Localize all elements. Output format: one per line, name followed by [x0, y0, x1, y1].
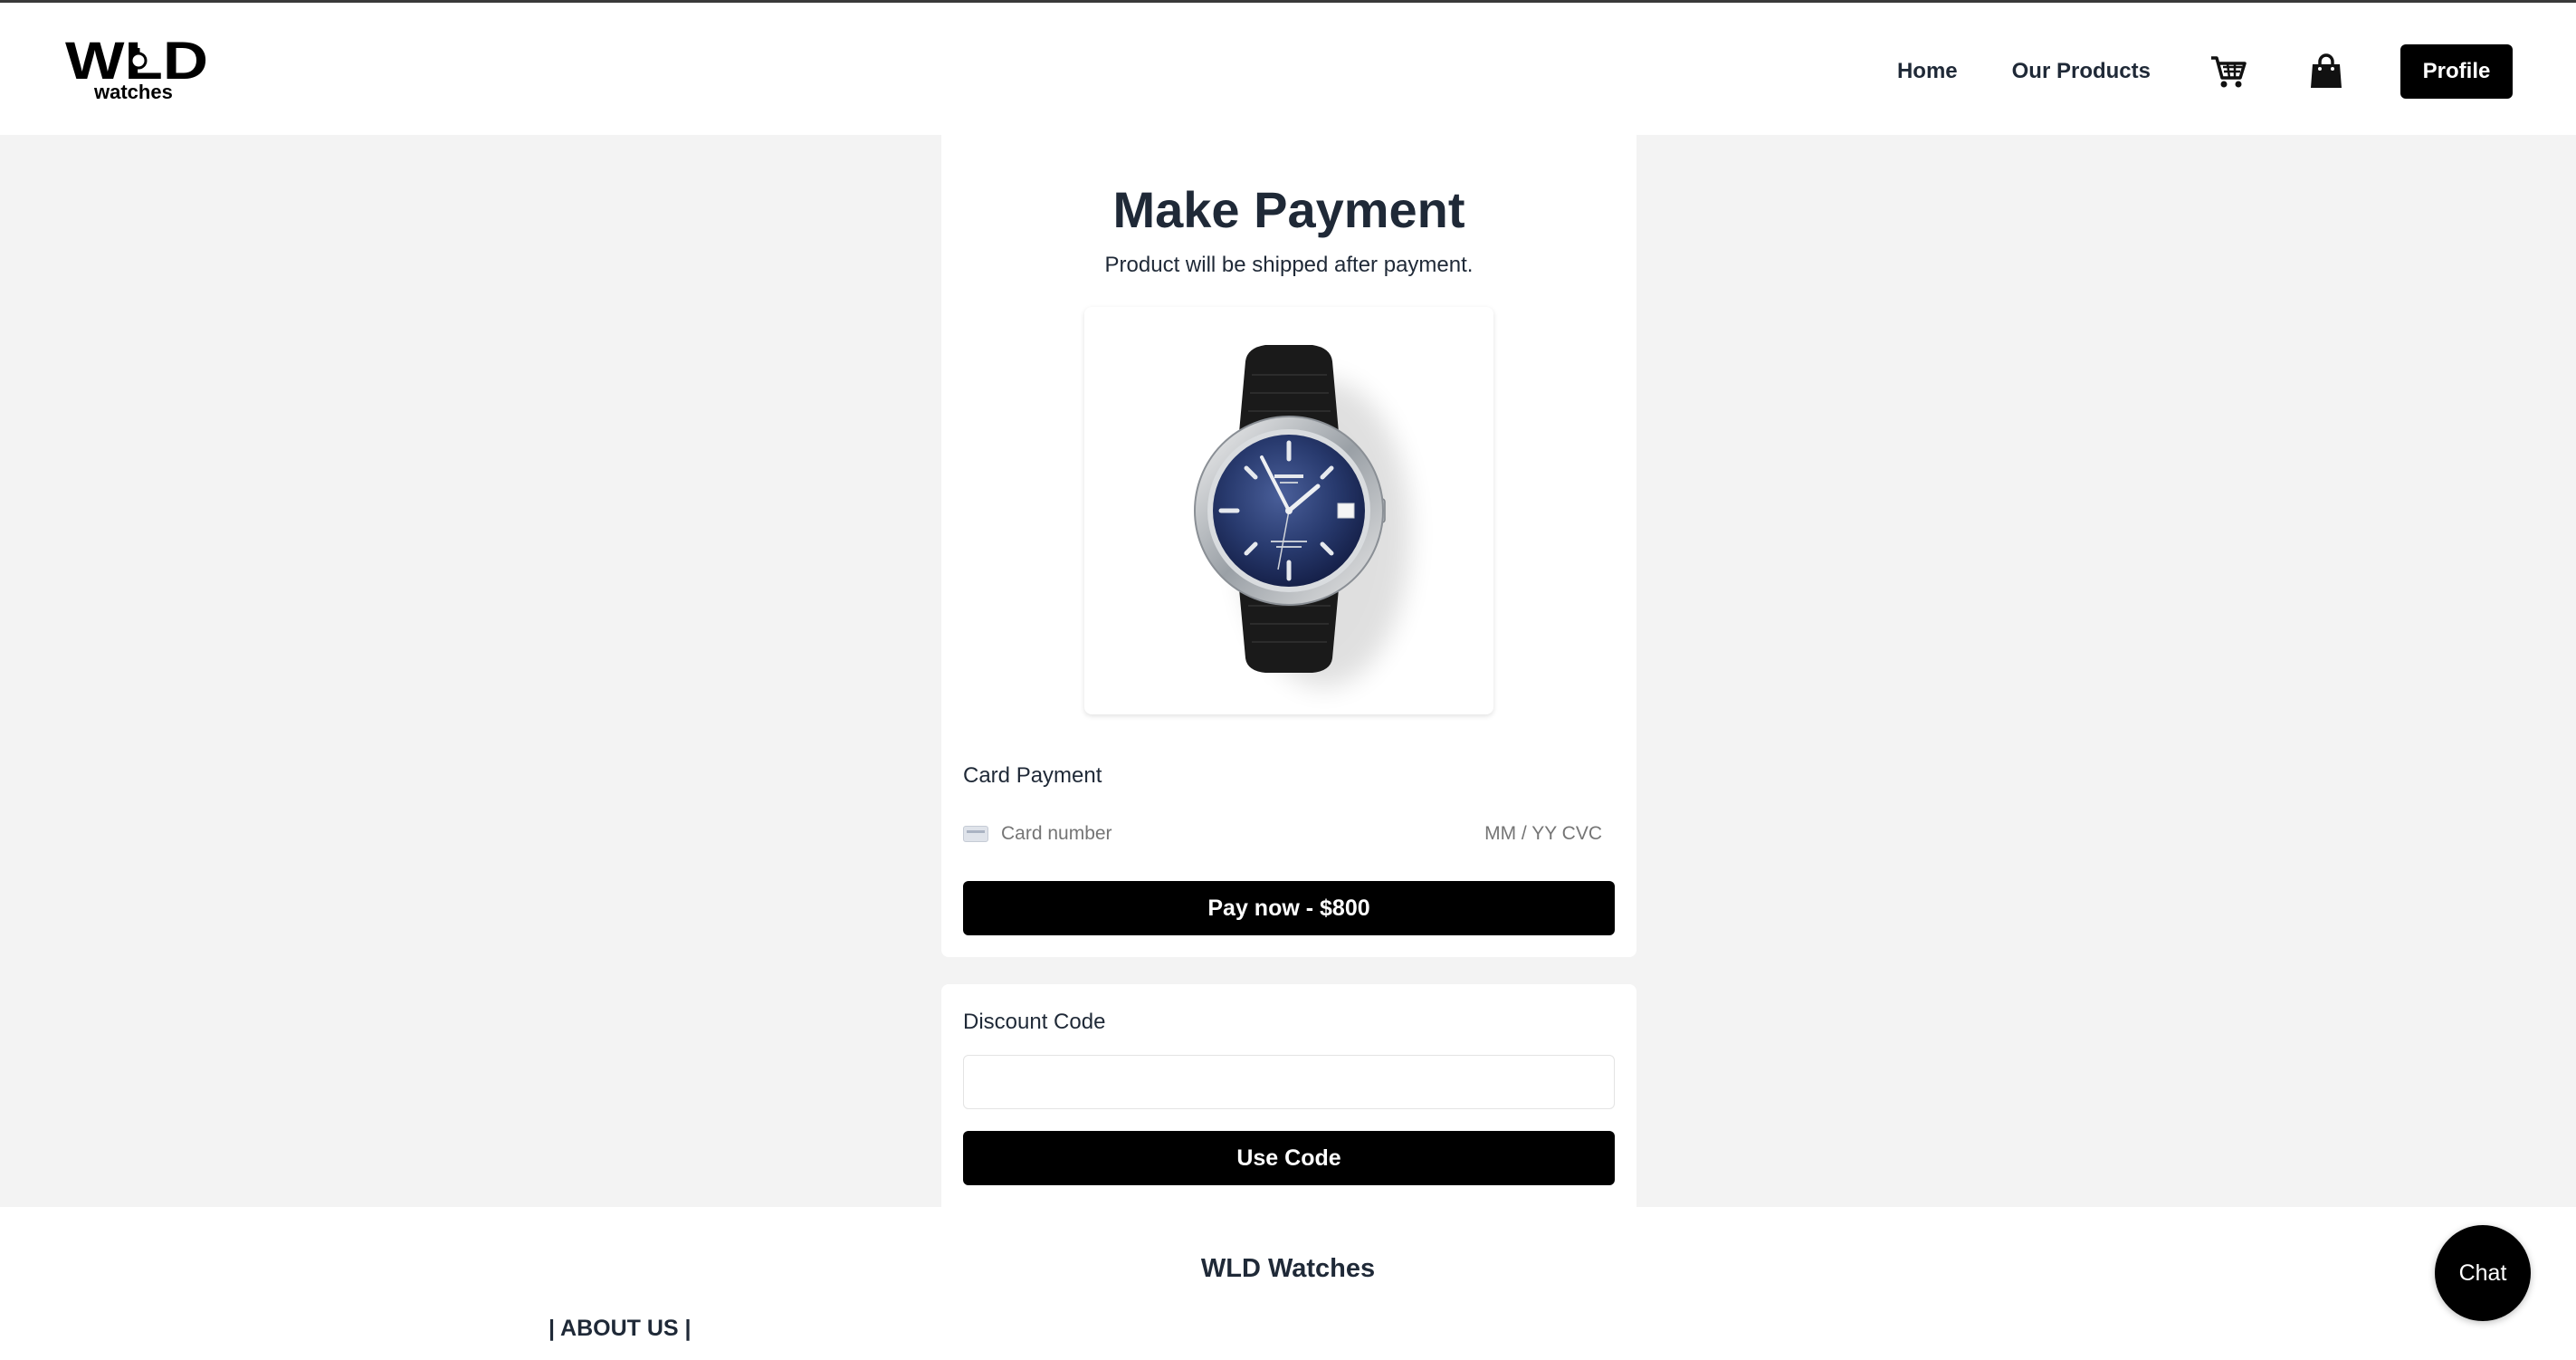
shopping-bag-icon[interactable] [2306, 52, 2346, 91]
footer-about-link[interactable]: | ABOUT US | [549, 1316, 692, 1342]
credit-card-icon [963, 826, 988, 842]
chat-button[interactable]: Chat [2435, 1225, 2531, 1321]
site-footer: WLD Watches | ABOUT US | [0, 1207, 2576, 1360]
page-title: Make Payment [1112, 181, 1465, 238]
discount-code-label: Discount Code [963, 1010, 1106, 1034]
brand-logo[interactable]: WLD watches [65, 32, 210, 106]
discount-card: Discount Code Use Code [941, 984, 1636, 1207]
card-number-placeholder: Card number [1001, 823, 1112, 844]
profile-button[interactable]: Profile [2400, 44, 2513, 99]
shopping-cart-icon[interactable] [2209, 52, 2248, 91]
payment-card: Make Payment Product will be shipped aft… [941, 135, 1636, 957]
discount-code-input[interactable] [963, 1055, 1615, 1109]
nav-products-link[interactable]: Our Products [2012, 59, 2151, 84]
main-nav: Home Our Products Profile [1843, 44, 2513, 99]
payment-subtitle: Product will be shipped after payment. [1104, 253, 1474, 277]
nav-home-link[interactable]: Home [1897, 59, 1958, 84]
logo-subtitle: watches [94, 81, 173, 103]
footer-title: WLD Watches [1200, 1254, 1376, 1283]
pay-now-button[interactable]: Pay now - $800 [963, 881, 1615, 935]
site-header: WLD watches Home Our Products [0, 0, 2576, 135]
card-number-field[interactable]: Card number MM / YY CVC [963, 816, 1615, 852]
use-code-button[interactable]: Use Code [963, 1131, 1615, 1185]
watch-product-image [1084, 307, 1493, 714]
card-payment-label: Card Payment [963, 763, 1102, 788]
expiry-cvc-placeholder[interactable]: MM / YY CVC [1484, 823, 1602, 845]
